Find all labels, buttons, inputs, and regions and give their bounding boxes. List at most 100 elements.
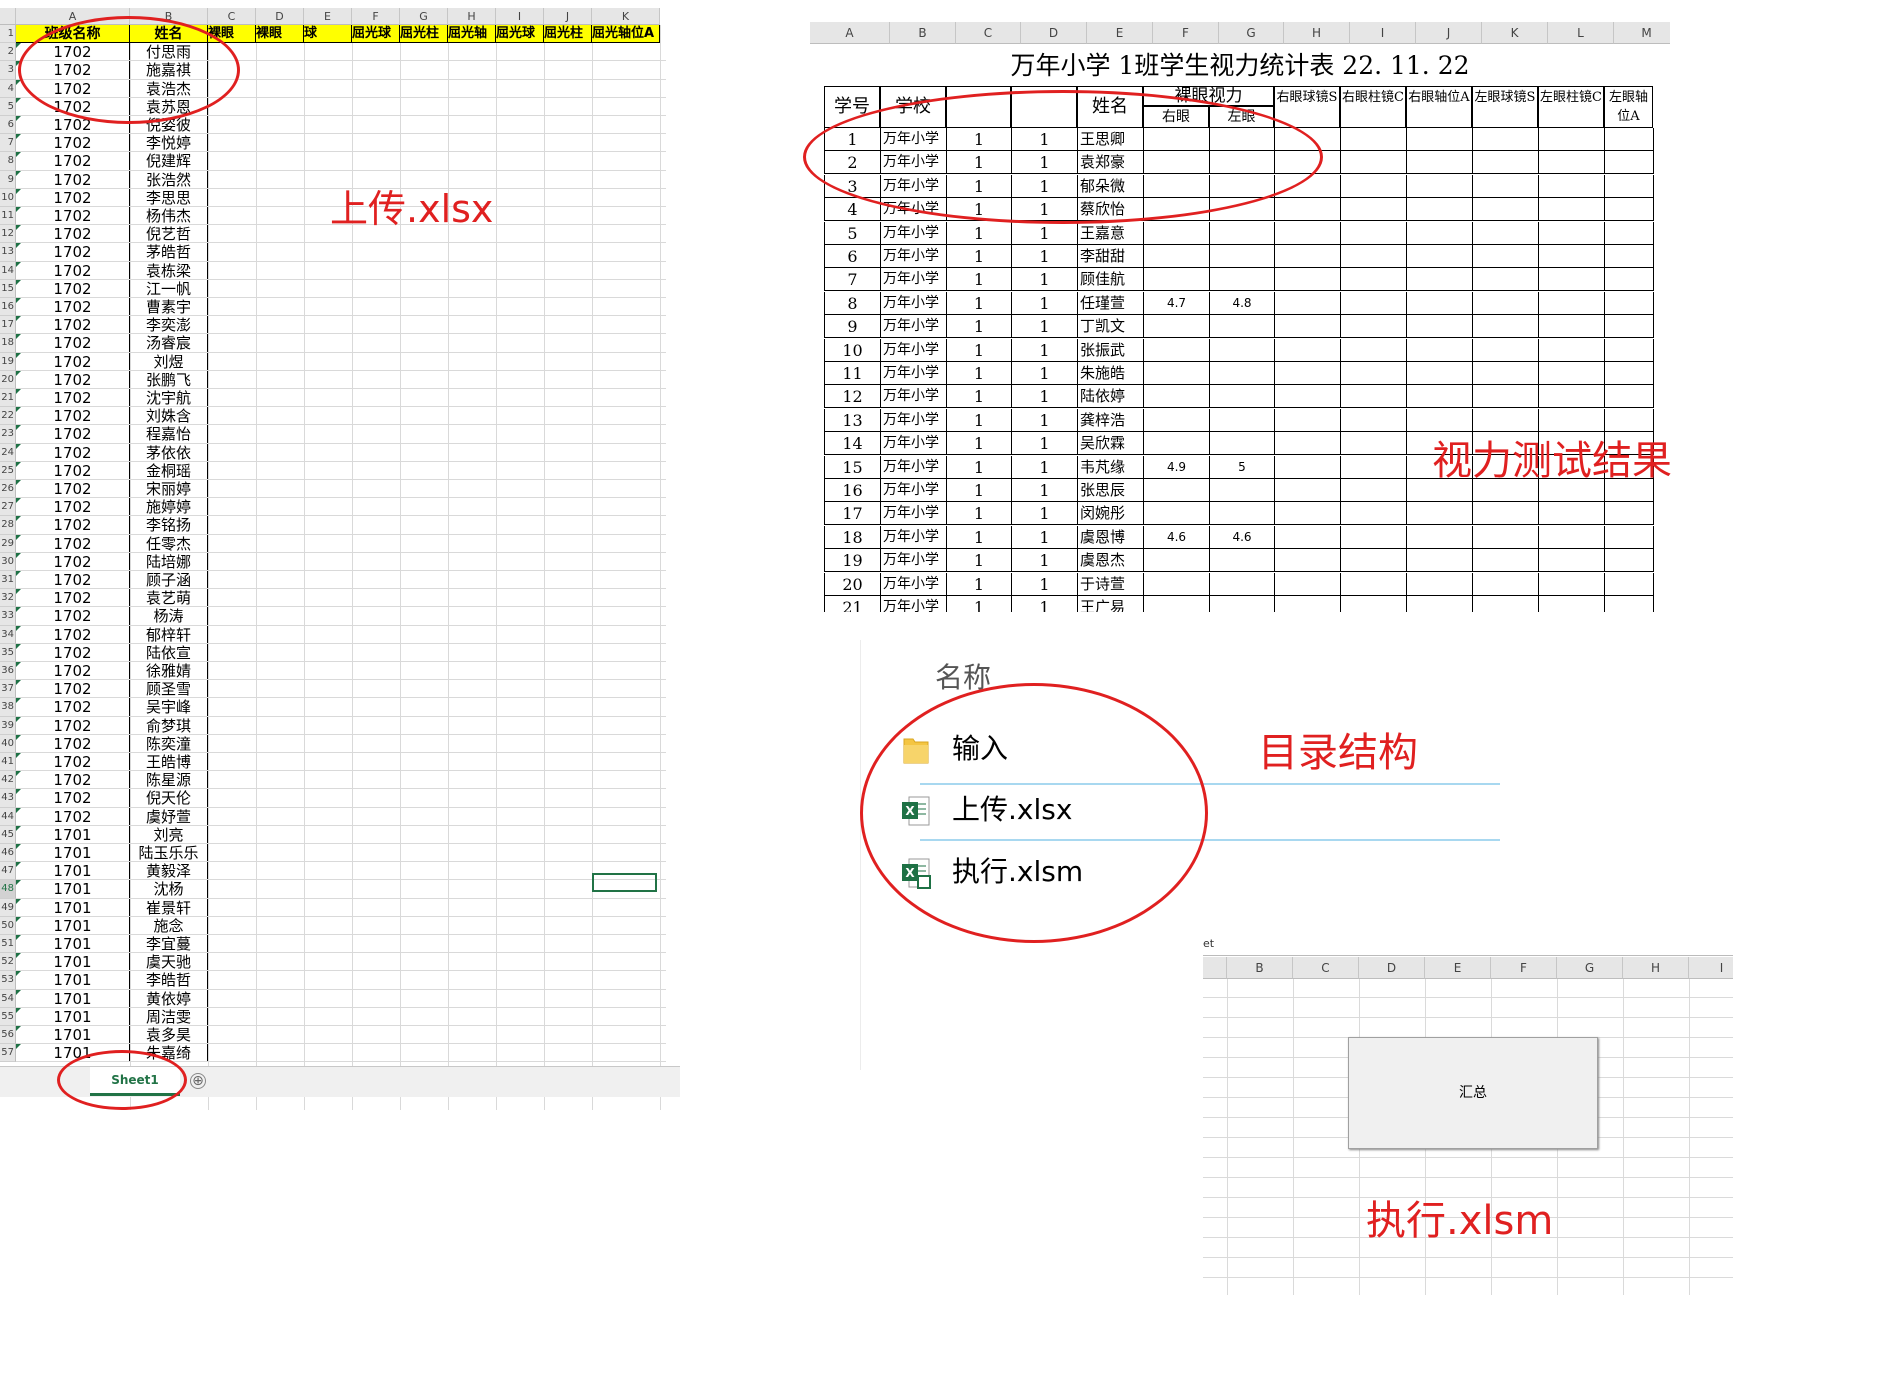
empty-cell[interactable]: [1275, 549, 1341, 573]
name-cell[interactable]: 倪姿彼: [130, 116, 208, 134]
name-cell[interactable]: 顾佳航: [1078, 268, 1144, 292]
class-cell[interactable]: 1702: [16, 552, 130, 571]
empty-cell[interactable]: [1605, 221, 1654, 245]
row-header[interactable]: 53: [0, 971, 16, 990]
empty-cell[interactable]: [1407, 525, 1473, 549]
row-header[interactable]: 28: [0, 516, 16, 535]
row-header[interactable]: 13: [0, 243, 16, 262]
class-cell[interactable]: 1702: [16, 79, 130, 98]
column-header[interactable]: K: [1482, 22, 1548, 44]
empty-cell[interactable]: [1407, 549, 1473, 573]
number-cell[interactable]: 11: [825, 362, 881, 385]
name-cell[interactable]: 陈星源: [130, 771, 208, 789]
empty-cell[interactable]: [1605, 198, 1654, 222]
empty-cell[interactable]: [1341, 128, 1407, 151]
number-cell[interactable]: 14: [825, 432, 881, 456]
right-eye-cell[interactable]: [1144, 198, 1210, 222]
school-cell[interactable]: 万年小学: [881, 221, 947, 245]
empty-cell[interactable]: [1341, 455, 1407, 479]
column-header[interactable]: D: [1021, 22, 1087, 44]
file-item-upload[interactable]: X 上传.xlsx: [900, 786, 1500, 834]
column-header[interactable]: D: [1359, 957, 1425, 979]
school-cell[interactable]: 万年小学: [881, 479, 947, 502]
class-cell[interactable]: 1702: [16, 443, 130, 462]
row-header[interactable]: 3: [0, 61, 16, 80]
column-header[interactable]: C: [208, 8, 256, 25]
empty-cell[interactable]: [1539, 502, 1605, 526]
empty-cell[interactable]: [1473, 572, 1539, 596]
empty-cell[interactable]: [1275, 245, 1341, 268]
school-cell[interactable]: 万年小学: [881, 198, 947, 222]
school-cell[interactable]: 万年小学: [881, 315, 947, 339]
empty-cell[interactable]: [1407, 338, 1473, 362]
name-cell[interactable]: 李悦婷: [130, 134, 208, 152]
empty-cell[interactable]: [1605, 315, 1654, 339]
selected-cell[interactable]: [592, 873, 657, 892]
row-header[interactable]: 42: [0, 771, 16, 790]
column-header[interactable]: J: [1416, 22, 1482, 44]
row-header[interactable]: 9: [0, 170, 16, 189]
name-cell[interactable]: 李奕澎: [130, 316, 208, 334]
row-header[interactable]: 36: [0, 662, 16, 681]
empty-cell[interactable]: [1407, 128, 1473, 151]
row-header[interactable]: 38: [0, 698, 16, 717]
name-cell[interactable]: 崔景轩: [130, 898, 208, 916]
class-cell[interactable]: 1702: [16, 61, 130, 79]
right-eye-cell[interactable]: [1144, 502, 1210, 526]
empty-cell[interactable]: [1539, 315, 1605, 339]
school-cell[interactable]: 万年小学: [881, 174, 947, 198]
class-cell[interactable]: 1: [1012, 432, 1078, 456]
name-cell[interactable]: 韦芃缘: [1078, 455, 1144, 479]
empty-cell[interactable]: [1473, 268, 1539, 292]
empty-cell[interactable]: [1275, 268, 1341, 292]
number-cell[interactable]: 3: [825, 174, 881, 198]
column-header[interactable]: I: [1689, 957, 1733, 979]
class-cell[interactable]: 1: [947, 245, 1012, 268]
empty-cell[interactable]: [1275, 408, 1341, 432]
class-cell[interactable]: 1702: [16, 407, 130, 425]
empty-cell[interactable]: [1407, 315, 1473, 339]
row-header[interactable]: 33: [0, 607, 16, 626]
name-cell[interactable]: 施念: [130, 916, 208, 934]
class-cell[interactable]: 1: [1012, 549, 1078, 573]
name-cell[interactable]: 袁苏恩: [130, 97, 208, 115]
school-cell[interactable]: 万年小学: [881, 362, 947, 385]
class-cell[interactable]: 1702: [16, 589, 130, 607]
name-cell[interactable]: 李皓哲: [130, 971, 208, 989]
empty-cell[interactable]: [1605, 362, 1654, 385]
name-cell[interactable]: 李思思: [130, 188, 208, 206]
name-cell[interactable]: 黄毅泽: [130, 862, 208, 880]
name-cell[interactable]: 虞恩杰: [1078, 549, 1144, 573]
row-header[interactable]: 57: [0, 1044, 16, 1063]
class-cell[interactable]: 1702: [16, 753, 130, 771]
column-header[interactable]: H: [1623, 957, 1689, 979]
row-header[interactable]: 35: [0, 643, 16, 662]
name-cell[interactable]: 倪建辉: [130, 152, 208, 170]
summarize-button[interactable]: 汇总: [1348, 1037, 1598, 1149]
class-cell[interactable]: 1702: [16, 334, 130, 352]
class-cell[interactable]: 1702: [16, 152, 130, 170]
class-cell[interactable]: 1702: [16, 662, 130, 680]
name-cell[interactable]: 程嘉怡: [130, 425, 208, 443]
name-cell[interactable]: 顾子涵: [130, 571, 208, 589]
row-header[interactable]: 55: [0, 1007, 16, 1026]
column-header[interactable]: B: [130, 8, 208, 25]
select-all-corner[interactable]: [0, 8, 16, 25]
empty-cell[interactable]: [1473, 549, 1539, 573]
right-eye-cell[interactable]: [1144, 362, 1210, 385]
school-cell[interactable]: 万年小学: [881, 128, 947, 151]
right-eye-cell[interactable]: [1144, 549, 1210, 573]
column-header-a-partial[interactable]: [1203, 957, 1227, 979]
row-header[interactable]: 30: [0, 552, 16, 571]
class-cell[interactable]: 1: [947, 268, 1012, 292]
left-eye-cell[interactable]: [1210, 338, 1275, 362]
row-header[interactable]: 34: [0, 625, 16, 644]
name-cell[interactable]: 茅依依: [130, 443, 208, 461]
row-header[interactable]: 48: [0, 880, 16, 899]
row-header[interactable]: 1: [0, 25, 16, 44]
class-cell[interactable]: 1702: [16, 516, 130, 534]
empty-cell[interactable]: [1473, 198, 1539, 222]
name-cell[interactable]: 袁浩杰: [130, 79, 208, 97]
row-header[interactable]: 31: [0, 571, 16, 590]
column-header[interactable]: B: [1227, 957, 1293, 979]
